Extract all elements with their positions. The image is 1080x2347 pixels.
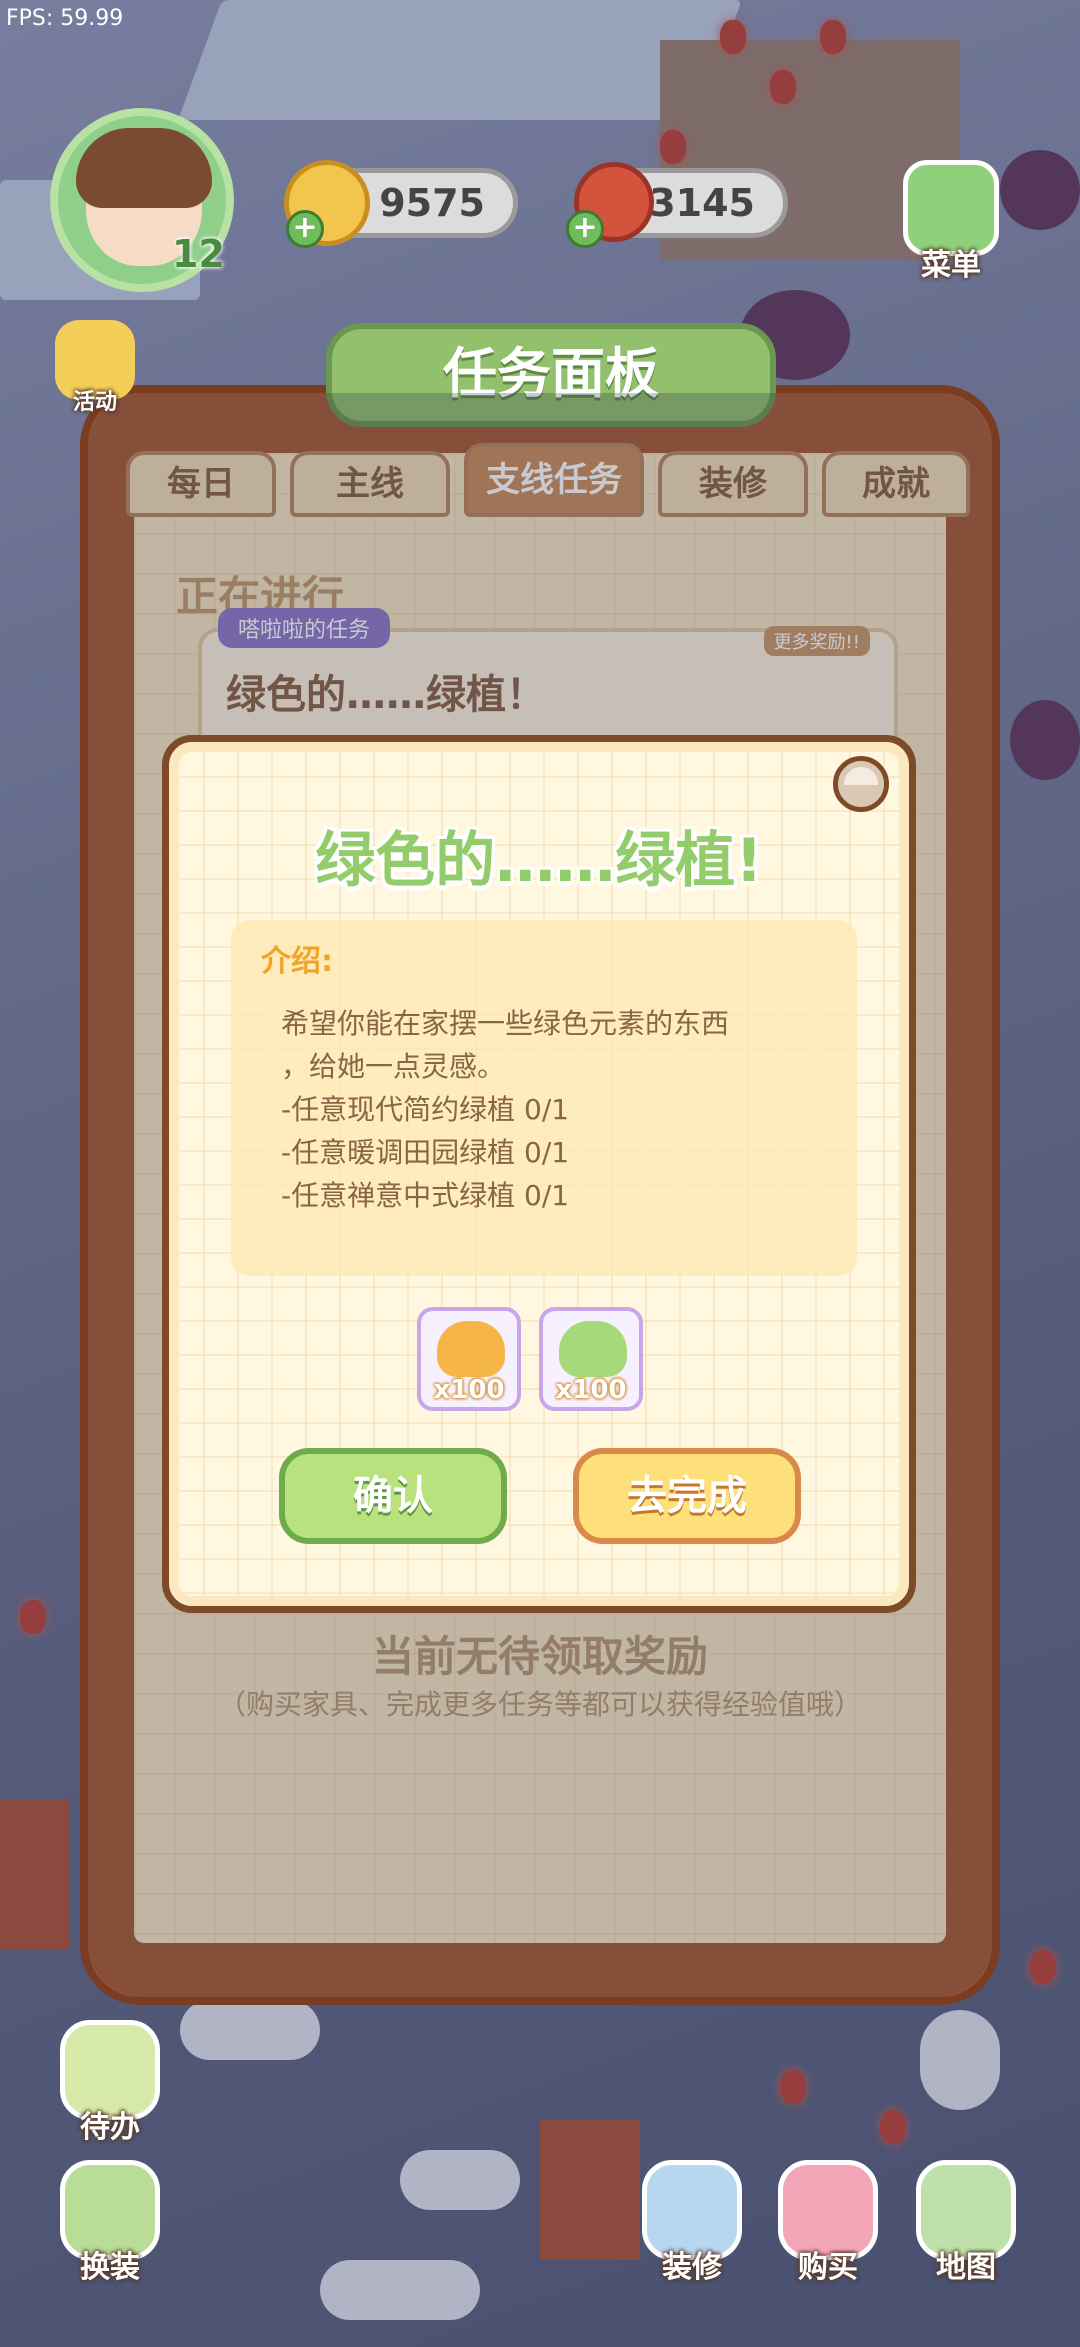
todo-button[interactable]: 待办	[50, 2020, 170, 2146]
map-label: 地图	[936, 2250, 996, 2285]
activity-label: 活动	[72, 390, 117, 415]
menu-button[interactable]: 菜单	[896, 160, 1006, 284]
modal-title: 绿色的……绿植!	[315, 826, 763, 896]
shop-button[interactable]: 购买	[768, 2160, 888, 2286]
requirement-line: -任意禅意中式绿植 0/1	[281, 1179, 570, 1212]
shop-label: 购买	[798, 2250, 858, 2285]
requirement-line: -任意现代简约绿植 0/1	[281, 1093, 570, 1126]
fps-counter: FPS: 59.99	[6, 6, 124, 31]
add-cherries-button[interactable]: +	[566, 210, 604, 248]
map-button[interactable]: 地图	[906, 2160, 1026, 2286]
add-coins-button[interactable]: +	[286, 210, 324, 248]
reward-count: x100	[555, 1375, 627, 1405]
coin-pile-icon	[437, 1321, 505, 1377]
go-complete-button[interactable]: 去完成	[573, 1448, 801, 1544]
exp-plant-icon	[559, 1321, 627, 1377]
decorate-label: 装修	[662, 2250, 722, 2285]
dress-up-label: 换装	[80, 2250, 140, 2285]
todo-label: 待办	[80, 2110, 140, 2145]
player-level: 12	[172, 232, 225, 276]
activity-button[interactable]: 活动	[40, 320, 150, 416]
task-detail-modal: 绿色的……绿植! 介绍: 希望你能在家摆一些绿色元素的东西 ，给她一点灵感。 -…	[162, 735, 916, 1613]
avatar-hair	[76, 128, 212, 208]
description-lines: 希望你能在家摆一些绿色元素的东西 ，给她一点灵感。 -任意现代简约绿植 0/1 …	[281, 1002, 821, 1217]
dress-up-button[interactable]: 换装	[50, 2160, 170, 2286]
close-button[interactable]	[833, 756, 889, 812]
requirement-line: -任意暖调田园绿植 0/1	[281, 1136, 570, 1169]
decorate-button[interactable]: 装修	[632, 2160, 752, 2286]
cherry-value: 3145	[649, 181, 755, 225]
intro-heading: 介绍:	[261, 944, 333, 979]
confirm-button[interactable]: 确认	[279, 1448, 507, 1544]
menu-label: 菜单	[921, 248, 981, 283]
reward-coins[interactable]: x100	[417, 1307, 521, 1411]
reward-exp[interactable]: x100	[539, 1307, 643, 1411]
reward-count: x100	[433, 1375, 505, 1405]
description-line: ，给她一点灵感。	[281, 1050, 506, 1083]
coin-value: 9575	[379, 181, 485, 225]
description-line: 希望你能在家摆一些绿色元素的东西	[281, 1007, 730, 1040]
description-box: 介绍: 希望你能在家摆一些绿色元素的东西 ，给她一点灵感。 -任意现代简约绿植 …	[231, 920, 857, 1276]
